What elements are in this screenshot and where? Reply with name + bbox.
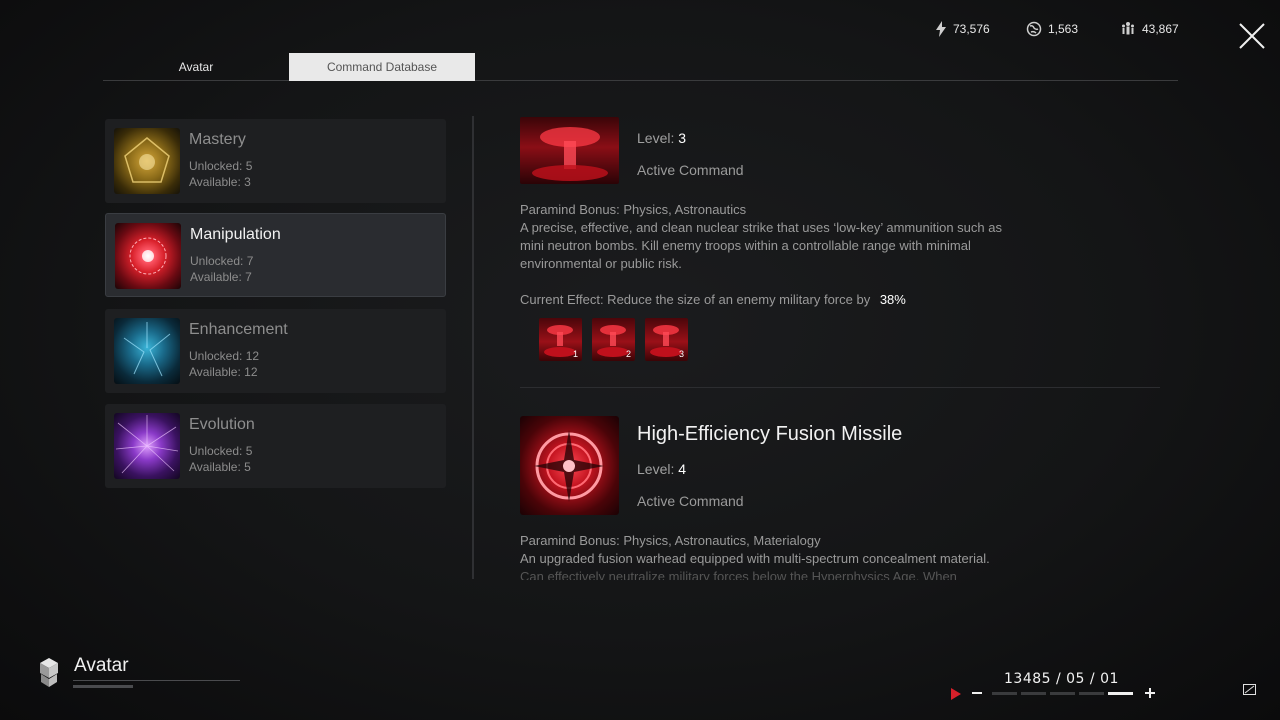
game-date: 13485 / 05 / 01 [1004,671,1119,687]
speed-segment [1079,692,1104,695]
command-2-bonus: Paramind Bonus: Physics, Astronautics, M… [520,533,821,548]
speed-segment-active [1108,692,1133,695]
missile-target-icon [534,430,604,502]
speed-decrease-button[interactable] [970,686,984,700]
resource-energy-value: 73,576 [953,22,990,36]
tab-command-database[interactable]: Command Database [289,53,475,81]
command-2-level: Level: 4 [637,460,686,478]
speed-segment [1021,692,1046,695]
command-2-name: High-Efficiency Fusion Missile [637,423,903,445]
resource-population-value: 43,867 [1142,22,1179,36]
command-separator [520,387,1160,388]
scrollbar[interactable] [472,116,474,579]
section-underline [73,680,240,681]
category-unlocked: Unlocked: 12 [189,349,260,363]
command-2-description: An upgraded fusion warhead equipped with… [520,551,990,566]
mastery-icon [114,128,180,194]
resource-globe: 1,563 [1026,21,1078,37]
category-available: Available: 3 [189,175,251,189]
manipulation-icon [115,223,181,289]
speed-segment [992,692,1017,695]
command-1-level: Level: 3 [637,129,686,147]
globe-icon [1026,21,1042,37]
command-1-description: A precise, effective, and clean nuclear … [520,220,1002,271]
command-1-type: Active Command [637,162,744,178]
enhancement-icon [114,318,180,384]
tier-2-thumbnail[interactable]: 2 [592,318,635,361]
tier-number: 2 [625,349,631,359]
play-button[interactable] [951,687,961,705]
command-1-effect: Current Effect: Reduce the size of an en… [520,291,906,309]
mushroom-cloud-icon [532,127,608,181]
section-underline-fill [73,685,133,688]
category-title: Mastery [189,131,246,148]
close-button[interactable] [1238,22,1266,50]
speed-increase-button[interactable] [1143,686,1157,700]
screenshot-icon [1243,684,1256,695]
level-value: 3 [678,130,687,146]
category-unlocked: Unlocked: 5 [189,159,253,173]
avatar-section-icon [33,656,65,693]
effect-label: Current Effect: Reduce the size of an en… [520,292,871,307]
resource-globe-value: 1,563 [1048,22,1079,36]
tier-3-thumbnail[interactable]: 3 [645,318,688,361]
command-2-description-cut: Can effectively neutralize military forc… [520,569,957,580]
command-2-type: Active Command [637,493,744,509]
minus-icon [972,692,982,694]
category-mastery[interactable]: Mastery Unlocked: 5 Available: 3 [105,119,446,203]
tier-number: 3 [678,349,684,359]
tier-number: 1 [572,349,578,359]
tier-1-thumbnail[interactable]: 1 [539,318,582,361]
section-title: Avatar [74,655,129,676]
speed-segment [1050,692,1075,695]
energy-icon [936,21,946,37]
plus-icon [1145,688,1155,698]
level-label: Level: [637,461,675,477]
screenshot-button[interactable] [1243,682,1256,700]
evolution-icon [114,413,180,479]
category-title: Evolution [189,416,255,433]
category-available: Available: 12 [189,365,258,379]
level-label: Level: [637,130,675,146]
category-title: Manipulation [190,226,281,243]
category-title: Enhancement [189,321,288,338]
command-1-bonus: Paramind Bonus: Physics, Astronautics [520,202,747,217]
category-manipulation[interactable]: Manipulation Unlocked: 7 Available: 7 [105,213,446,297]
effect-value: 38% [879,292,906,307]
category-unlocked: Unlocked: 7 [190,254,254,268]
resource-population: 43,867 [1120,21,1179,37]
category-evolution[interactable]: Evolution Unlocked: 5 Available: 5 [105,404,446,488]
resource-energy: 73,576 [935,21,990,37]
category-available: Available: 5 [189,460,251,474]
category-available: Available: 7 [190,270,252,284]
level-value: 4 [678,461,687,477]
command-2-thumbnail [520,416,619,515]
play-icon [951,688,961,700]
command-2-description-cut-clip: Can effectively neutralize military forc… [520,568,1020,580]
category-enhancement[interactable]: Enhancement Unlocked: 12 Available: 12 [105,309,446,393]
close-icon [1239,23,1265,49]
tab-avatar[interactable]: Avatar [103,53,289,81]
population-icon [1122,22,1134,35]
category-unlocked: Unlocked: 5 [189,444,253,458]
command-1-thumbnail [520,117,619,184]
